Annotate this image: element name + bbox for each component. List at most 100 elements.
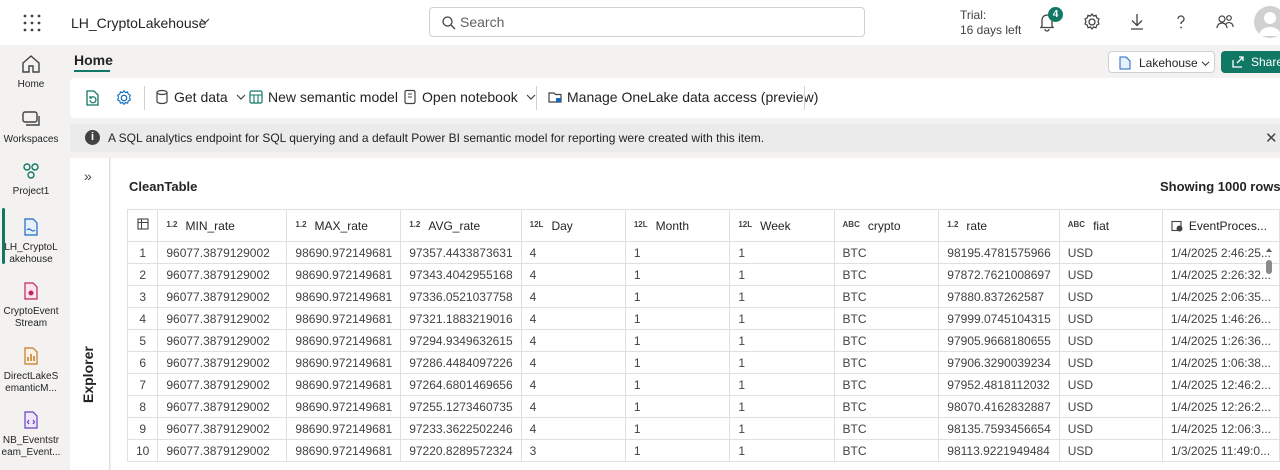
table-cell[interactable]: 4 bbox=[520, 263, 626, 286]
table-cell[interactable]: 97264.6801469656 bbox=[400, 373, 522, 396]
table-cell[interactable]: 4 bbox=[520, 373, 626, 396]
table-cell[interactable]: BTC bbox=[833, 351, 940, 374]
table-cell[interactable]: 1 bbox=[624, 373, 731, 396]
table-cell[interactable]: 1/4/2025 12:06:3... bbox=[1161, 417, 1280, 440]
column-header[interactable]: 12L Day bbox=[520, 209, 626, 242]
table-row[interactable]: 6 96077.3879129002 98690.972149681 97286.44… bbox=[126, 351, 1280, 374]
table-cell[interactable]: USD bbox=[1058, 241, 1163, 264]
table-cell[interactable]: 1 bbox=[729, 241, 835, 264]
table-cell[interactable]: 97220.8289572324 bbox=[400, 439, 522, 462]
table-cell[interactable]: 1/4/2025 1:46:26... bbox=[1161, 307, 1280, 330]
table-cell[interactable]: 98690.972149681 bbox=[286, 417, 402, 440]
table-cell[interactable]: 96077.3879129002 bbox=[157, 373, 288, 396]
table-cell[interactable]: 4 bbox=[520, 307, 626, 330]
rail-item-project1[interactable]: Project1 bbox=[0, 160, 62, 198]
table-cell[interactable]: 1 bbox=[624, 395, 731, 418]
tab-home[interactable]: Home bbox=[74, 52, 113, 68]
table-cell[interactable]: 1/4/2025 2:26:32... bbox=[1161, 263, 1280, 286]
download-icon[interactable] bbox=[1126, 11, 1148, 33]
rail-item-workspaces[interactable]: Workspaces bbox=[0, 108, 62, 146]
table-cell[interactable]: 96077.3879129002 bbox=[157, 329, 288, 352]
table-cell[interactable]: BTC bbox=[833, 439, 940, 462]
table-cell[interactable]: 1/4/2025 12:26:2... bbox=[1161, 395, 1280, 418]
table-cell[interactable]: USD bbox=[1058, 285, 1163, 308]
explorer-label[interactable]: Explorer bbox=[80, 346, 96, 403]
scroll-up-icon[interactable] bbox=[1265, 246, 1273, 254]
column-header[interactable]: 12L Month bbox=[624, 209, 731, 242]
share-people-icon[interactable] bbox=[1214, 11, 1236, 33]
open-notebook-button[interactable]: Open notebook bbox=[402, 89, 536, 105]
table-cell[interactable]: 97905.9668180655 bbox=[938, 329, 1060, 352]
table-cell[interactable]: 1 bbox=[624, 329, 731, 352]
table-cell[interactable]: 97999.0745104315 bbox=[938, 307, 1060, 330]
share-button[interactable]: Share bbox=[1221, 51, 1280, 73]
table-row[interactable]: 9 96077.3879129002 98690.972149681 97233.36… bbox=[126, 417, 1280, 440]
table-cell[interactable]: 1/4/2025 2:46:25... bbox=[1161, 241, 1280, 264]
table-cell[interactable]: 96077.3879129002 bbox=[157, 395, 288, 418]
search-box[interactable] bbox=[429, 7, 865, 37]
rail-item-notebook[interactable]: NB_Eventstr eam_Event... bbox=[0, 409, 62, 459]
table-cell[interactable]: BTC bbox=[833, 329, 940, 352]
help-icon[interactable] bbox=[1170, 11, 1192, 33]
select-all-cell[interactable] bbox=[126, 209, 159, 242]
table-cell[interactable]: 98690.972149681 bbox=[286, 439, 402, 462]
table-cell[interactable]: 97233.3622502246 bbox=[400, 417, 522, 440]
table-row[interactable]: 5 96077.3879129002 98690.972149681 97294.93… bbox=[126, 329, 1280, 352]
lakehouse-switch-button[interactable]: Lakehouse bbox=[1108, 51, 1215, 73]
app-launcher-icon[interactable] bbox=[22, 13, 42, 33]
gear-icon[interactable] bbox=[1081, 11, 1103, 33]
table-cell[interactable]: 96077.3879129002 bbox=[157, 241, 288, 264]
table-cell[interactable]: 1 bbox=[729, 329, 835, 352]
table-cell[interactable]: 1 bbox=[624, 417, 731, 440]
settings-icon[interactable] bbox=[114, 88, 134, 108]
app-title[interactable]: LH_CryptoLakehouse bbox=[71, 15, 206, 31]
table-cell[interactable]: 1 bbox=[624, 307, 731, 330]
refresh-icon[interactable] bbox=[83, 88, 103, 108]
table-cell[interactable]: 1/4/2025 2:06:35... bbox=[1161, 285, 1280, 308]
table-cell[interactable]: 98690.972149681 bbox=[286, 263, 402, 286]
table-cell[interactable]: BTC bbox=[833, 417, 940, 440]
table-cell[interactable]: 1 bbox=[624, 439, 731, 462]
table-cell[interactable]: 98690.972149681 bbox=[286, 241, 402, 264]
table-cell[interactable]: 4 bbox=[520, 417, 626, 440]
table-cell[interactable]: USD bbox=[1058, 263, 1163, 286]
table-cell[interactable]: 98690.972149681 bbox=[286, 329, 402, 352]
chevron-down-icon[interactable] bbox=[200, 16, 210, 26]
table-cell[interactable]: 1 bbox=[624, 241, 731, 264]
table-cell[interactable]: 96077.3879129002 bbox=[157, 263, 288, 286]
table-cell[interactable]: 1 bbox=[729, 417, 835, 440]
table-cell[interactable]: 3 bbox=[520, 439, 626, 462]
table-cell[interactable]: USD bbox=[1058, 329, 1163, 352]
table-cell[interactable]: 98690.972149681 bbox=[286, 395, 402, 418]
table-cell[interactable]: 4 bbox=[520, 285, 626, 308]
row-number[interactable]: 9 bbox=[126, 417, 159, 440]
rail-item-home[interactable]: Home bbox=[0, 53, 62, 91]
rail-item-eventstream[interactable]: CryptoEvent Stream bbox=[0, 280, 62, 330]
table-cell[interactable]: 4 bbox=[520, 329, 626, 352]
column-header[interactable]: 1.2 MIN_rate bbox=[157, 209, 288, 242]
table-cell[interactable]: 1/4/2025 12:46:2... bbox=[1161, 373, 1280, 396]
table-cell[interactable]: 4 bbox=[520, 241, 626, 264]
row-number[interactable]: 4 bbox=[126, 307, 159, 330]
table-cell[interactable]: 97906.3290039234 bbox=[938, 351, 1060, 374]
table-cell[interactable]: 1 bbox=[729, 351, 835, 374]
table-cell[interactable]: 1 bbox=[729, 439, 835, 462]
column-header[interactable]: 12L Week bbox=[729, 209, 835, 242]
rail-item-lakehouse[interactable]: LH_CryptoL akehouse bbox=[0, 216, 62, 266]
column-header[interactable]: 1.2 rate bbox=[938, 209, 1060, 242]
new-semantic-model-button[interactable]: New semantic model bbox=[248, 89, 398, 105]
table-cell[interactable]: 1/4/2025 1:06:38... bbox=[1161, 351, 1280, 374]
table-cell[interactable]: 98690.972149681 bbox=[286, 373, 402, 396]
table-row[interactable]: 3 96077.3879129002 98690.972149681 97336.05… bbox=[126, 285, 1280, 308]
table-cell[interactable]: 1 bbox=[624, 351, 731, 374]
column-header[interactable]: ABC fiat bbox=[1058, 209, 1163, 242]
table-row[interactable]: 2 96077.3879129002 98690.972149681 97343.40… bbox=[126, 263, 1280, 286]
avatar[interactable] bbox=[1254, 6, 1280, 38]
table-cell[interactable]: 1 bbox=[729, 263, 835, 286]
table-cell[interactable]: 97336.0521037758 bbox=[400, 285, 522, 308]
table-cell[interactable]: 1 bbox=[624, 263, 731, 286]
table-cell[interactable]: 97343.4042955168 bbox=[400, 263, 522, 286]
scrollbar-thumb[interactable] bbox=[1266, 260, 1272, 274]
table-cell[interactable]: 97294.9349632615 bbox=[400, 329, 522, 352]
table-cell[interactable]: BTC bbox=[833, 263, 940, 286]
